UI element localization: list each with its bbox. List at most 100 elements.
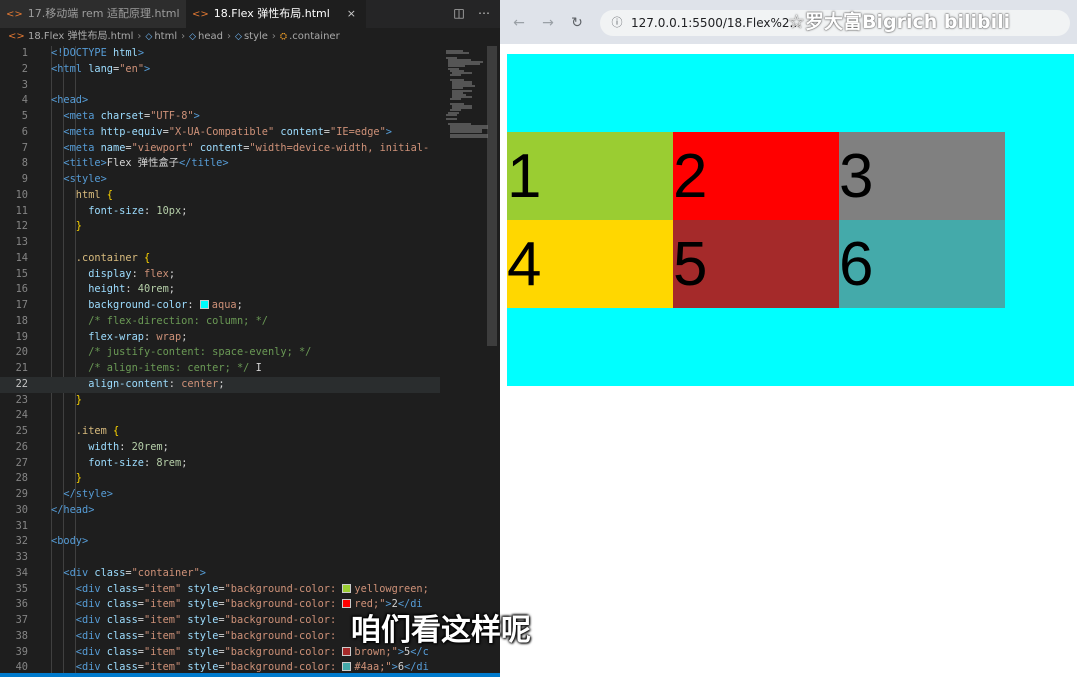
code-text: <div class="item" style="background-colo… [76,613,343,629]
code-line[interactable]: 28} [0,471,440,487]
element-icon: ◇ [189,32,197,42]
vertical-scrollbar[interactable] [487,46,497,346]
line-number: 5 [21,110,28,122]
code-token: </title> [178,157,229,170]
code-line[interactable]: 4 <head> [0,93,440,109]
code-token: html [113,47,138,59]
code-text: display: flex; [88,267,175,283]
code-line[interactable]: 31 [0,519,440,535]
code-line[interactable]: 9 <style> [0,172,440,188]
code-token: "item" [144,661,182,674]
color-swatch-icon[interactable] [199,300,209,309]
code-area[interactable]: 1 <!DOCTYPE html> 2 <html lang="en"> 3 4 <head… [0,46,440,677]
code-line[interactable]: 11 font-size: 10px; [0,204,440,220]
line-number: 38 [15,629,28,642]
code-line[interactable]: 3 [0,78,440,94]
code-token: "item" [144,582,182,595]
code-line[interactable]: 12} [0,219,440,235]
code-line[interactable]: 18 /* flex-direction: column; */ [0,314,440,330]
code-line[interactable]: 30 </head> [0,503,440,519]
code-token: "background-color: [224,629,343,642]
code-token: > [144,62,151,75]
code-token: </di [404,661,429,674]
code-token: <head> [51,94,89,107]
url-text[interactable]: 127.0.0.1:5500/18.Flex%2... [631,10,801,36]
close-icon[interactable]: × [347,0,356,28]
breadcrumb-item-html[interactable]: html [154,31,177,42]
code-text: /* flex-direction: column; */ [88,314,268,330]
code-line[interactable]: 15 display: flex; [0,267,440,283]
code-line[interactable]: 21 /* align-items: center; */ I [0,361,440,377]
code-text: flex-wrap: wrap; [88,330,187,346]
more-actions-icon[interactable]: ⋯ [476,5,492,21]
forward-arrow-icon[interactable]: → [539,14,557,32]
code-line[interactable]: 34 <div class="container"> [0,566,440,582]
flex-item-4: 4 [507,220,673,308]
code-line[interactable]: 2 <html lang="en"> [0,62,440,78]
code-line[interactable]: 20 /* justify-content: space-evenly; */ [0,345,440,361]
breadcrumb-item-style[interactable]: style [244,31,268,42]
code-line[interactable]: 35 <div class="item" style="background-co… [0,582,440,598]
split-editor-icon[interactable]: ◫ [451,5,467,21]
line-number: 33 [15,551,28,563]
code-line[interactable]: 16 height: 40rem; [0,282,440,298]
code-token: flex [144,267,169,280]
code-line[interactable]: 5 <meta charset="UTF-8"> [0,109,440,125]
chevron-right-icon: › [227,31,232,42]
status-bar-strip [0,673,500,677]
line-number: 13 [15,236,28,248]
color-swatch-icon[interactable] [342,599,352,609]
breadcrumb-item-file[interactable]: 18.Flex 弹性布局.html [28,31,133,42]
code-line[interactable]: 29 </style> [0,487,440,503]
code-token: "item" [144,614,182,626]
code-line[interactable]: 24 [0,408,440,424]
code-token: I [249,362,262,374]
code-line[interactable]: 1 <!DOCTYPE html> [0,46,440,62]
code-line[interactable]: 7 <meta name="viewport" content="width=de… [0,141,440,157]
code-token: /* flex-direction: column; */ [88,314,268,327]
code-line[interactable]: 25 .item { [0,424,440,440]
back-arrow-icon[interactable]: ← [510,14,528,32]
code-text: <div class="item" style="background-colo… [76,629,343,645]
breadcrumb-item-head[interactable]: head [198,31,223,42]
site-info-icon[interactable]: ⓘ [608,14,626,32]
code-line[interactable]: 23} [0,393,440,409]
code-token: center [181,377,219,390]
line-number: 26 [15,440,28,453]
code-text: } [76,219,82,235]
code-line[interactable]: 6 <meta http-equiv="X-UA-Compatible" cont… [0,125,440,141]
code-line[interactable]: 14 .container { [0,251,440,267]
code-line[interactable]: 26 width: 20rem; [0,440,440,456]
code-line[interactable]: 22 align-content: center; [0,376,440,393]
code-text: align-content: center; [88,377,224,393]
code-token: 40rem [137,283,169,296]
code-line[interactable]: 8 <title>Flex 弹性盒子</title> [0,156,440,172]
line-number: 30 [15,503,28,516]
reload-icon[interactable]: ↻ [568,14,586,32]
code-line[interactable]: 19 flex-wrap: wrap; [0,330,440,346]
code-line[interactable]: 27 font-size: 8rem; [0,456,440,472]
breadcrumb-item-container[interactable]: .container [289,31,340,42]
code-line[interactable]: 32 <body> [0,534,440,550]
code-token: .container [75,251,144,264]
code-line[interactable]: 33 [0,550,440,566]
code-line[interactable]: 13 [0,235,440,251]
code-token: "item" [144,598,182,611]
code-token: #4aa;" [354,661,392,674]
tab-18-flex[interactable]: <> 18.Flex 弹性布局.html × [186,0,366,28]
code-line[interactable]: 10 html { [0,188,440,204]
code-token: <div [75,614,107,626]
color-swatch-icon[interactable] [342,662,352,672]
line-number: 2 [21,62,28,75]
line-number: 18 [15,314,28,327]
code-token: : [119,440,132,453]
code-token: "background-color: [224,614,343,626]
tab-17-rem[interactable]: <> 17.移动端 rem 适配原理.html [0,0,186,28]
color-swatch-icon[interactable] [342,583,352,593]
line-number: 22 [15,377,28,390]
code-line[interactable]: 17 background-color: aqua; [0,298,440,314]
code-token: width [88,440,120,453]
code-token: > [385,125,392,138]
code-editor[interactable]: <> 17.移动端 rem 适配原理.html <> 18.Flex 弹性布局.ht… [0,0,500,677]
code-text: <head> [51,93,88,109]
